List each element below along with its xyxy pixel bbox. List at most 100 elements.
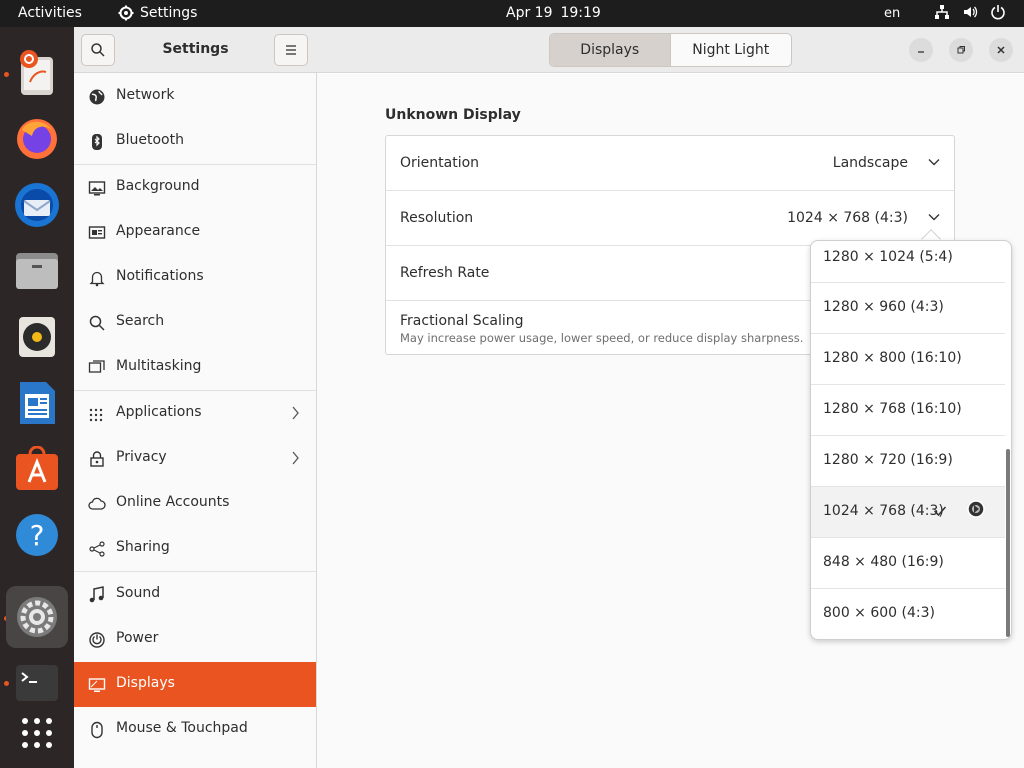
resolution-option[interactable]: 1280 × 1024 (5:4) xyxy=(811,241,1005,283)
thunderbird-icon[interactable] xyxy=(6,174,68,236)
app-menu[interactable]: Settings xyxy=(118,5,197,21)
sidebar-item-privacy[interactable]: Privacy xyxy=(74,436,316,481)
minimize-button[interactable] xyxy=(909,38,933,62)
sidebar-item-label: Online Accounts xyxy=(116,494,230,510)
restore-icon xyxy=(957,46,965,54)
help-icon[interactable]: ? xyxy=(6,504,68,566)
gear-icon xyxy=(118,5,134,21)
sidebar-item-appearance[interactable]: Appearance xyxy=(74,210,316,255)
sidebar-item-multitasking[interactable]: Multitasking xyxy=(74,345,316,390)
fractional-scaling-label: Fractional Scaling xyxy=(400,313,524,329)
main-menu-button[interactable] xyxy=(274,34,308,66)
firefox-icon[interactable] xyxy=(6,108,68,170)
ubuntu-help-icon[interactable] xyxy=(6,42,68,104)
fractional-scaling-description: May increase power usage, lower speed, o… xyxy=(400,331,804,345)
libreoffice-writer-icon[interactable] xyxy=(6,372,68,434)
sidebar-item-network[interactable]: Network xyxy=(74,74,316,119)
app-name-label: Settings xyxy=(140,5,198,21)
close-button[interactable] xyxy=(989,38,1013,62)
chevron-right-icon xyxy=(292,451,299,465)
sidebar-item-label: Sound xyxy=(116,585,161,601)
resolution-value: 1024 × 768 (4:3) xyxy=(787,210,908,226)
language-indicator[interactable]: en xyxy=(884,6,900,21)
appearance-icon xyxy=(88,226,106,239)
sidebar-item-label: Displays xyxy=(116,675,175,691)
rhythmbox-icon[interactable] xyxy=(6,306,68,368)
maximize-button[interactable] xyxy=(949,38,973,62)
power-icon xyxy=(991,5,1005,20)
sidebar-item-sound[interactable]: Sound xyxy=(74,572,316,617)
resolution-row[interactable]: Resolution 1024 × 768 (4:3) xyxy=(386,191,954,246)
sidebar-item-sharing[interactable]: Sharing xyxy=(74,526,316,571)
resolution-option[interactable]: 1280 × 960 (4:3) xyxy=(811,283,1005,334)
bluetooth-icon xyxy=(92,134,102,150)
sidebar-item-displays[interactable]: Displays xyxy=(74,662,316,707)
sidebar-item-label: Applications xyxy=(116,404,202,420)
sidebar-item-label: Multitasking xyxy=(116,358,202,374)
option-label: 1280 × 800 (16:10) xyxy=(823,350,962,366)
sidebar-item-bluetooth[interactable]: Bluetooth xyxy=(74,119,316,164)
sidebar-item-label: Network xyxy=(116,87,175,103)
sidebar-item-background[interactable]: Background xyxy=(74,165,316,210)
option-label: 1280 × 1024 (5:4) xyxy=(823,249,953,265)
sidebar-item-label: Bluetooth xyxy=(116,132,184,148)
sidebar-item-label: Notifications xyxy=(116,268,204,284)
resolution-option[interactable]: 1280 × 720 (16:9) xyxy=(811,436,1005,487)
resolution-label: Resolution xyxy=(400,210,474,226)
clock-date: Apr 19 xyxy=(506,5,553,21)
sidebar-item-label: Power xyxy=(116,630,159,646)
sidebar-item-applications[interactable]: Applications xyxy=(74,391,316,436)
grid-icon xyxy=(89,408,103,422)
clock-time: 19:19 xyxy=(560,5,601,21)
top-bar: Activities Settings Apr 19 19:19 en xyxy=(0,0,1024,27)
chevron-down-icon xyxy=(928,214,940,221)
resolution-option[interactable]: 1280 × 768 (16:10) xyxy=(811,385,1005,436)
sidebar-item-label: Appearance xyxy=(116,223,201,239)
music-note-icon xyxy=(89,586,104,603)
option-label: 1280 × 720 (16:9) xyxy=(823,452,953,468)
chevron-down-icon xyxy=(928,159,940,166)
show-apps-icon[interactable] xyxy=(6,702,68,764)
settings-sidebar: Settings Network Bluetooth Background Ap… xyxy=(74,27,317,768)
sidebar-item-mouse-touchpad[interactable]: Mouse & Touchpad xyxy=(74,707,316,752)
display-name-heading: Unknown Display xyxy=(385,107,521,123)
orientation-label: Orientation xyxy=(400,155,480,171)
sidebar-item-label: Background xyxy=(116,178,200,194)
sidebar-item-search[interactable]: Search xyxy=(74,300,316,345)
settings-icon[interactable] xyxy=(6,586,68,648)
sidebar-item-power[interactable]: Power xyxy=(74,617,316,662)
mouse-icon xyxy=(91,721,103,739)
volume-icon xyxy=(964,6,978,18)
resolution-option[interactable]: 848 × 480 (16:9) xyxy=(811,538,1005,589)
orientation-row[interactable]: Orientation Landscape xyxy=(386,136,954,191)
svg-text:?: ? xyxy=(30,519,45,552)
dock: ? xyxy=(0,27,74,768)
files-icon[interactable] xyxy=(6,240,68,302)
sidebar-item-label: Mouse & Touchpad xyxy=(116,720,248,736)
search-icon xyxy=(89,315,105,331)
checkmark-icon xyxy=(933,506,947,517)
sidebar-item-online-accounts[interactable]: Online Accounts xyxy=(74,481,316,526)
share-icon xyxy=(89,541,105,557)
tab-displays[interactable]: Displays xyxy=(550,34,671,66)
view-switcher: Displays Night Light xyxy=(549,33,792,67)
app-center-icon[interactable] xyxy=(6,438,68,500)
close-icon xyxy=(997,46,1005,54)
header-bar: Displays Night Light xyxy=(317,27,1024,73)
system-tray[interactable] xyxy=(934,4,1006,20)
hamburger-icon xyxy=(286,45,296,55)
sidebar-item-label: Sharing xyxy=(116,539,170,555)
resolution-option[interactable]: 1280 × 800 (16:10) xyxy=(811,334,1005,385)
activities-button[interactable]: Activities xyxy=(18,5,82,21)
multitasking-icon xyxy=(88,360,105,373)
option-label: 1280 × 768 (16:10) xyxy=(823,401,962,417)
orientation-value: Landscape xyxy=(832,155,908,171)
globe-icon xyxy=(89,89,105,105)
tab-night-light[interactable]: Night Light xyxy=(671,34,792,66)
popover-scrollbar[interactable] xyxy=(1006,449,1010,637)
sidebar-item-notifications[interactable]: Notifications xyxy=(74,255,316,300)
resolution-option[interactable]: 800 × 600 (4:3) xyxy=(811,589,1005,639)
clock[interactable]: Apr 19 19:19 xyxy=(506,5,601,21)
refresh-rate-label: Refresh Rate xyxy=(400,265,490,281)
power-icon xyxy=(89,632,105,648)
